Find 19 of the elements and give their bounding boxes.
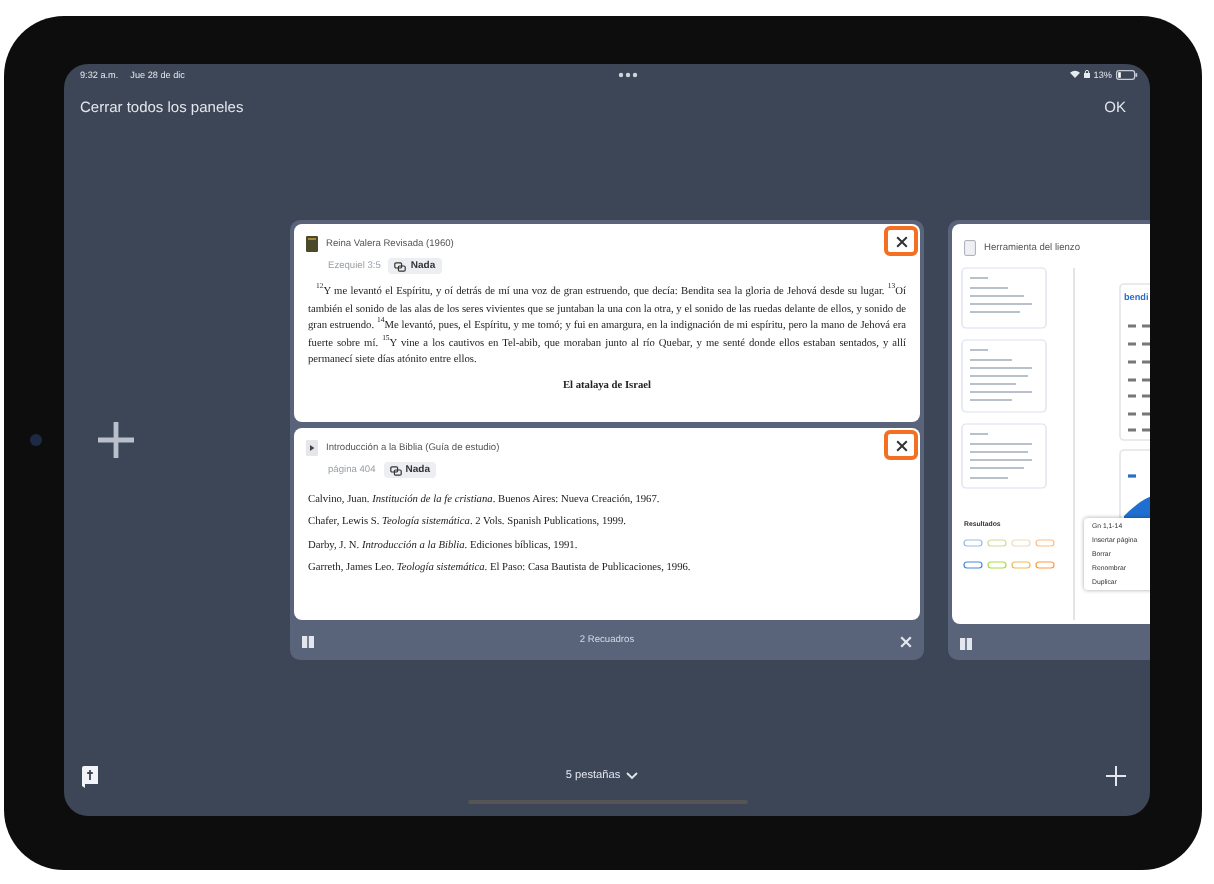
multitasking-icon[interactable]: [617, 71, 638, 77]
bible-icon[interactable]: [82, 765, 98, 787]
add-panel-icon[interactable]: [96, 420, 136, 460]
wifi-icon: [1069, 70, 1080, 78]
split-view-icon[interactable]: [302, 635, 314, 647]
close-button[interactable]: [884, 430, 918, 460]
link-icon: [394, 261, 407, 271]
chevron-down-icon: [626, 772, 639, 780]
close-icon: [895, 235, 907, 247]
close-icon[interactable]: [899, 635, 912, 647]
battery-icon: [1116, 69, 1138, 79]
close-icon: [895, 439, 907, 451]
close-button[interactable]: [884, 226, 918, 256]
link-icon: [389, 465, 402, 475]
camera-dot: [30, 434, 42, 446]
book-icon: [306, 236, 318, 252]
lock-icon: [1083, 70, 1090, 78]
add-icon[interactable]: [1106, 766, 1126, 786]
split-view-icon[interactable]: [960, 637, 972, 649]
